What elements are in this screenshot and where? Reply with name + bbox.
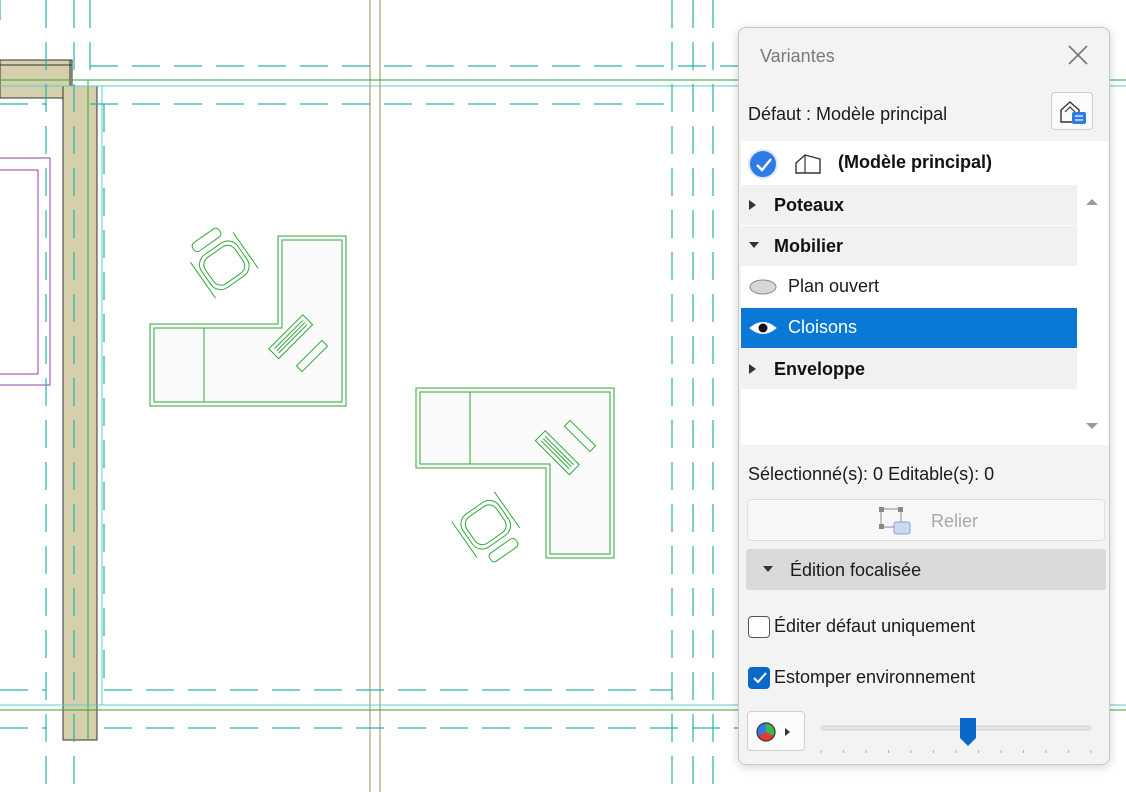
- house-list-icon: [1060, 101, 1086, 124]
- expand-triangle-icon[interactable]: [748, 363, 758, 375]
- group-label: Enveloppe: [774, 359, 866, 379]
- link-icon: [879, 507, 911, 535]
- variants-panel: Variantes Défaut : Modèle principal (Mod…: [738, 27, 1110, 765]
- main-model-row[interactable]: (Modèle principal): [741, 143, 1108, 183]
- variant-label: Cloisons: [788, 317, 858, 337]
- group-row-mobilier[interactable]: Mobilier: [741, 226, 1077, 267]
- grid-lines-solid: [369, 0, 381, 792]
- slider-thumb[interactable]: [960, 718, 976, 746]
- expand-triangle-icon[interactable]: [748, 199, 758, 211]
- collapse-triangle-icon: [763, 566, 773, 572]
- color-mode-button[interactable]: [747, 711, 805, 751]
- wall: [0, 59, 98, 741]
- checkmark-icon: [753, 672, 767, 684]
- relier-label: Relier: [931, 511, 979, 531]
- default-variant-label: Défaut : Modèle principal: [748, 104, 948, 124]
- checkbox-label: Éditer défaut uniquement: [774, 616, 976, 636]
- scroll-up-icon[interactable]: [1085, 197, 1099, 207]
- close-icon: [1068, 45, 1088, 65]
- selection-status: Sélectionné(s): 0 Editable(s): 0: [748, 464, 995, 484]
- focused-edit-section-header[interactable]: Édition focalisée: [746, 549, 1106, 590]
- fade-level-slider[interactable]: [819, 718, 1093, 758]
- active-check-icon[interactable]: [748, 149, 778, 179]
- variant-manager-button[interactable]: [1051, 92, 1093, 130]
- hidden-eye-icon[interactable]: [748, 277, 778, 297]
- close-button[interactable]: [1065, 42, 1091, 68]
- color-wheel-icon: [756, 722, 790, 742]
- variant-item-cloisons[interactable]: Cloisons: [741, 308, 1077, 348]
- section-label: Édition focalisée: [790, 560, 922, 580]
- scroll-down-icon[interactable]: [1085, 421, 1099, 431]
- group-label: Poteaux: [774, 195, 845, 215]
- group-row-poteaux[interactable]: Poteaux: [741, 185, 1077, 226]
- visible-eye-icon[interactable]: [748, 318, 778, 338]
- group-label: Mobilier: [774, 236, 844, 256]
- checkbox-label: Estomper environnement: [774, 667, 976, 687]
- variant-label: Plan ouvert: [788, 276, 880, 296]
- panel-title: Variantes: [760, 46, 835, 66]
- relier-button[interactable]: Relier: [747, 499, 1105, 541]
- collapse-triangle-icon[interactable]: [748, 240, 760, 250]
- house-icon: [795, 154, 821, 174]
- edit-default-only-checkbox[interactable]: [748, 616, 770, 638]
- purple-lines: [0, 157, 51, 386]
- desk-workstation-1[interactable]: [149, 221, 347, 407]
- variant-item-plan-ouvert[interactable]: Plan ouvert: [741, 267, 1077, 307]
- variant-list[interactable]: (Modèle principal) Poteaux Mobilier Plan…: [741, 141, 1108, 445]
- group-row-enveloppe[interactable]: Enveloppe: [741, 349, 1077, 390]
- main-model-label: (Modèle principal): [838, 152, 993, 172]
- desk-workstation-2[interactable]: [415, 387, 615, 569]
- fade-environment-checkbox[interactable]: [748, 667, 770, 689]
